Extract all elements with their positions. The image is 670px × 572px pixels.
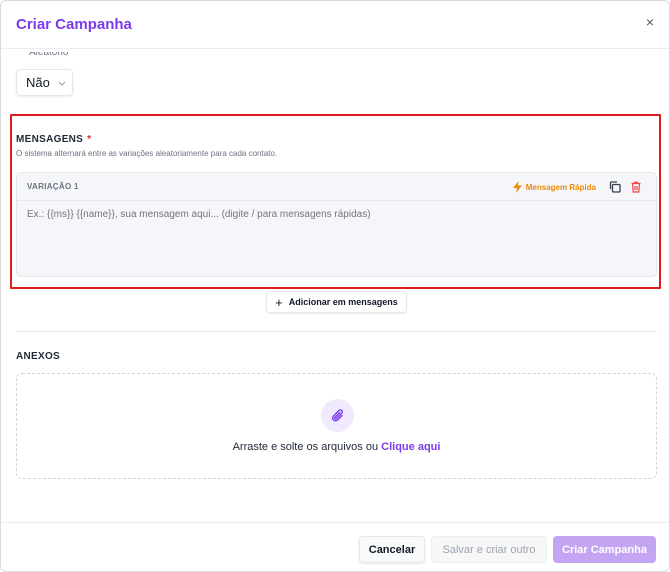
messages-hint: O sistema alternará entre as variações a… [16,149,278,158]
dropzone-instruction: Arraste e solte os arquivos ou [232,441,379,453]
click-here-link[interactable]: Clique aqui [381,441,440,453]
message-textarea[interactable] [17,201,656,277]
create-campaign-button[interactable]: Criar Campanha [553,536,656,563]
messages-label-text: MENSAGENS [16,134,84,145]
modal-header: Criar Campanha × [1,1,669,49]
messages-section-label: MENSAGENS * [16,134,91,145]
variation-label: VARIAÇÃO 1 [27,182,79,191]
attachments-dropzone[interactable]: Arraste e solte os arquivos ou Clique aq… [16,373,657,479]
previous-field-label: Aleatório [29,52,69,58]
create-campaign-modal: Criar Campanha × Aleatório Não MENSAGENS… [0,0,670,572]
variation-card: VARIAÇÃO 1 Mensagem Rápida [16,172,657,277]
random-select-value: Não [26,75,50,90]
cancel-button[interactable]: Cancelar [359,536,425,563]
section-divider [16,331,657,332]
variation-header: VARIAÇÃO 1 Mensagem Rápida [17,173,656,201]
trash-icon[interactable] [629,180,643,194]
attachments-section-label: ANEXOS [16,351,61,362]
quick-message-label: Mensagem Rápida [525,182,596,192]
paperclip-icon [321,399,354,432]
dropzone-text: Arraste e solte os arquivos ou Clique aq… [17,441,656,453]
quick-message-button[interactable]: Mensagem Rápida [512,181,596,193]
chevron-down-icon [58,78,66,88]
copy-icon[interactable] [608,180,622,194]
lightning-icon [512,181,522,193]
modal-title: Criar Campanha [16,16,132,33]
close-icon[interactable]: × [641,13,659,31]
add-message-label: Adicionar em mensagens [288,297,398,307]
random-select[interactable]: Não [16,69,73,96]
required-mark: * [87,134,92,145]
modal-footer: Cancelar Salvar e criar outro Criar Camp… [1,522,669,571]
plus-icon: + [275,294,283,310]
save-and-create-another-button[interactable]: Salvar e criar outro [431,536,547,563]
add-message-button[interactable]: + Adicionar em mensagens [266,291,407,313]
